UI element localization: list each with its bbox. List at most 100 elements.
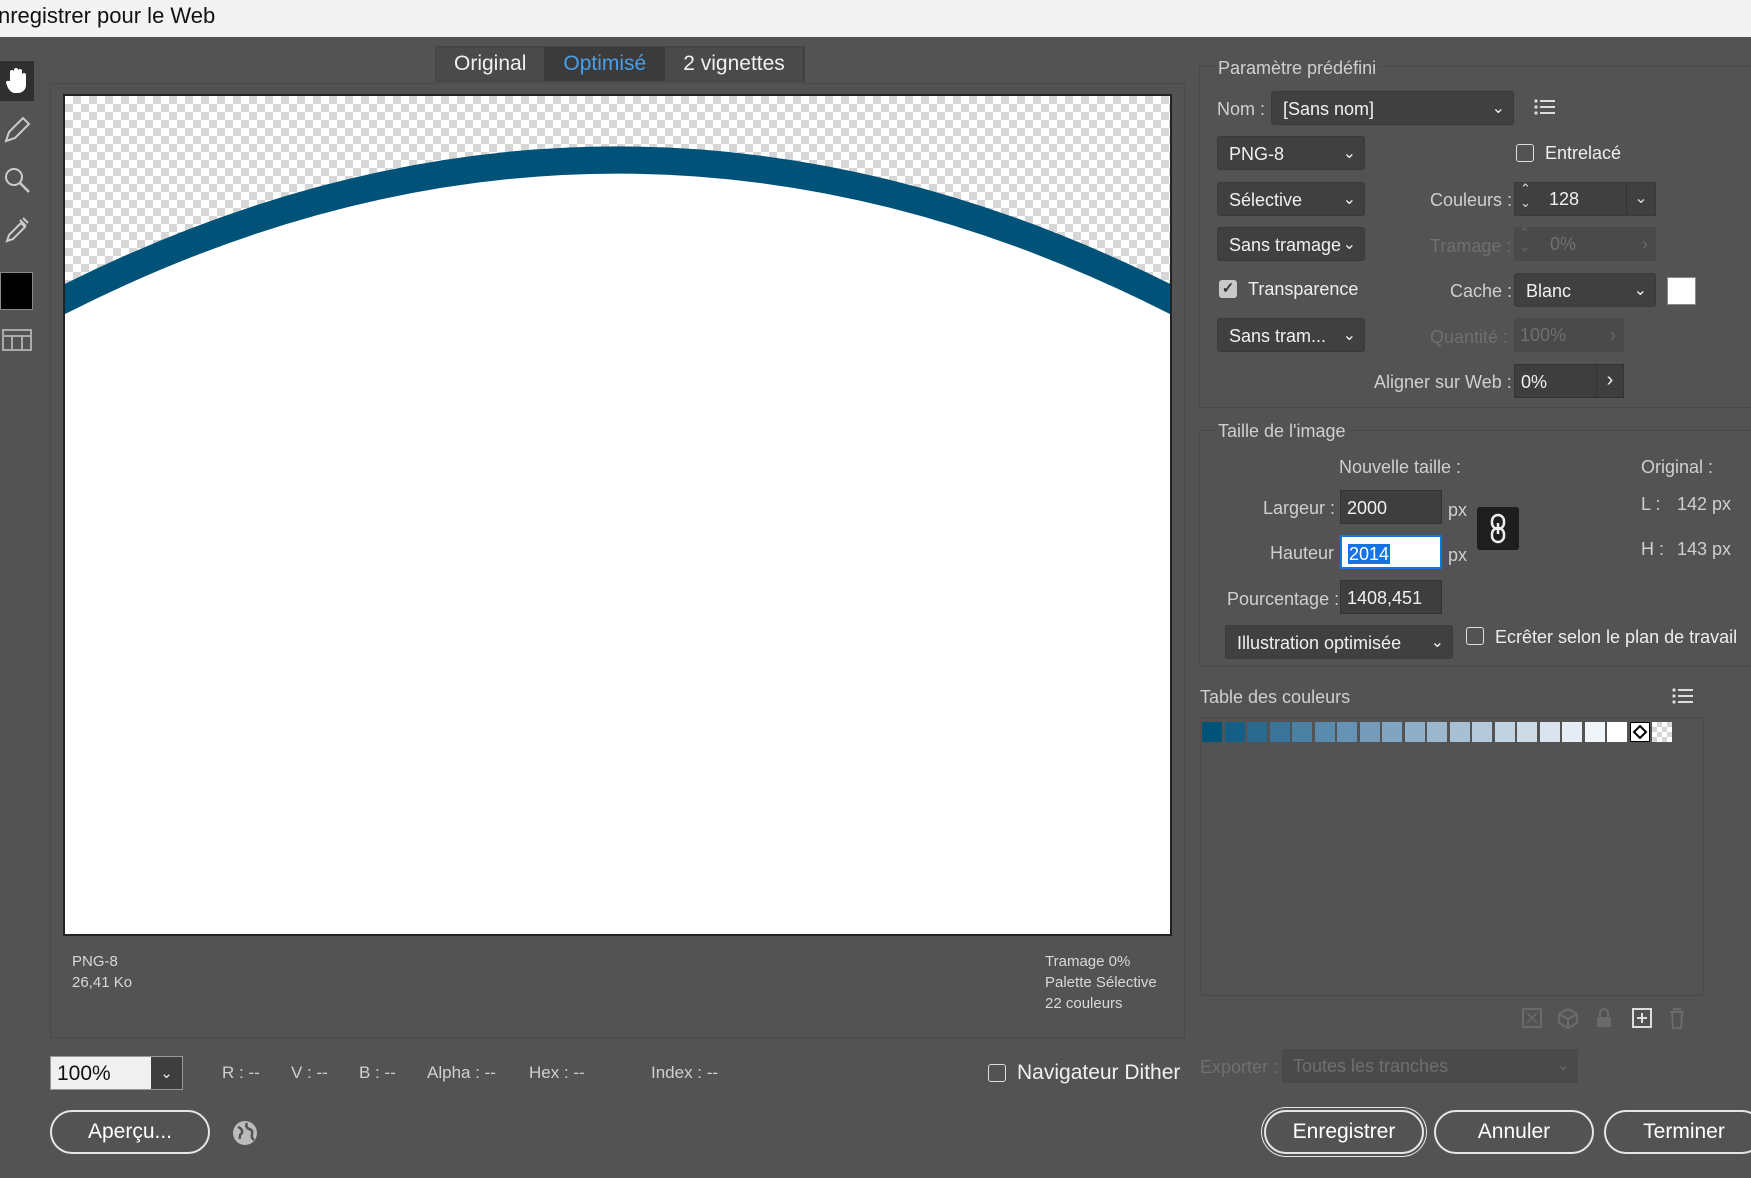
browser-globe-icon[interactable] bbox=[231, 1119, 259, 1152]
color-swatch[interactable] bbox=[1382, 722, 1402, 742]
cube-icon[interactable] bbox=[1557, 1007, 1579, 1034]
chevron-down-icon: ⌄ bbox=[1633, 282, 1647, 299]
original-size-label: Original : bbox=[1641, 457, 1714, 477]
interlaced-label: Entrelacé bbox=[1545, 143, 1622, 163]
color-reduction-select[interactable]: Sélective ⌄ bbox=[1217, 182, 1365, 216]
colors-label: Couleurs : bbox=[1430, 190, 1513, 210]
slices-visibility-icon bbox=[2, 329, 32, 351]
color-swatch[interactable] bbox=[1562, 722, 1582, 742]
web-snap-value: 0% bbox=[1521, 372, 1548, 392]
preview-button[interactable]: Aperçu... bbox=[50, 1110, 210, 1154]
lock-icon[interactable] bbox=[1594, 1007, 1614, 1034]
matte-select[interactable]: Blanc ⌄ bbox=[1514, 273, 1656, 307]
tab-optimized[interactable]: Optimisé bbox=[545, 47, 666, 81]
color-table-menu-icon[interactable] bbox=[1672, 686, 1694, 711]
chevron-down-icon: ⌄ bbox=[1342, 236, 1356, 253]
matte-color-swatch[interactable] bbox=[1629, 722, 1650, 742]
matte-color-swatch[interactable] bbox=[1667, 277, 1696, 305]
color-swatch[interactable] bbox=[1607, 722, 1627, 742]
dither-navigator-checkbox[interactable] bbox=[988, 1064, 1006, 1082]
color-swatch[interactable] bbox=[1292, 722, 1312, 742]
file-format-value: PNG-8 bbox=[1229, 144, 1285, 164]
color-swatch[interactable] bbox=[1337, 722, 1357, 742]
interlaced-checkbox[interactable] bbox=[1516, 144, 1534, 162]
preset-name-label: Nom : bbox=[1217, 99, 1266, 119]
alpha-readout: Alpha : -- bbox=[427, 1063, 496, 1082]
color-swatch[interactable] bbox=[1449, 722, 1470, 742]
original-width-value: 142 px bbox=[1677, 494, 1732, 514]
output-format: PNG-8 bbox=[72, 953, 118, 970]
web-snap-field[interactable]: 0% › bbox=[1514, 364, 1624, 398]
zoom-level-select[interactable]: 100% ⌄ bbox=[50, 1056, 183, 1090]
image-size-section-title: Taille de l'image bbox=[1216, 421, 1348, 442]
width-field[interactable]: 2000 bbox=[1340, 490, 1442, 524]
color-swatch[interactable] bbox=[1404, 722, 1425, 742]
image-preview[interactable] bbox=[63, 94, 1172, 936]
color-swatch[interactable] bbox=[1224, 722, 1245, 742]
tab-2-up[interactable]: 2 vignettes bbox=[665, 47, 804, 81]
colors-stepper[interactable]: ⌃ ⌄ 128 ⌄ bbox=[1514, 182, 1656, 216]
resample-quality-select[interactable]: Illustration optimisée ⌄ bbox=[1225, 625, 1453, 659]
color-table-title: Table des couleurs bbox=[1200, 687, 1351, 707]
clip-to-artboard-checkbox[interactable] bbox=[1466, 627, 1484, 645]
height-value: 2014 bbox=[1348, 544, 1391, 564]
preset-name-select[interactable]: [Sans nom] ⌄ bbox=[1271, 91, 1514, 125]
dither-algorithm-select[interactable]: Sans tramage ⌄ bbox=[1217, 227, 1365, 261]
chevron-right-icon: › bbox=[1642, 234, 1648, 254]
color-swatch[interactable] bbox=[1359, 722, 1380, 742]
color-swatch[interactable] bbox=[1269, 722, 1290, 742]
original-width-label: L : bbox=[1641, 494, 1661, 514]
color-swatch[interactable] bbox=[1584, 722, 1605, 742]
stepper-arrows-icon[interactable]: ⌃ ⌄ bbox=[1520, 182, 1531, 210]
chevron-right-icon: › bbox=[1610, 325, 1616, 345]
height-field[interactable]: 2014 bbox=[1340, 535, 1442, 569]
dither-amount-field: ⌃ ⌄ 0% › bbox=[1514, 226, 1656, 261]
done-button[interactable]: Terminer bbox=[1604, 1110, 1751, 1154]
dither-algorithm-value: Sans tramage bbox=[1229, 235, 1342, 255]
color-swatch[interactable] bbox=[1472, 722, 1492, 742]
cancel-button[interactable]: Annuler bbox=[1434, 1110, 1594, 1154]
trash-icon[interactable] bbox=[1667, 1007, 1687, 1034]
save-button[interactable]: Enregistrer bbox=[1264, 1110, 1424, 1154]
color-swatch[interactable] bbox=[1494, 722, 1515, 742]
palette-info: Palette Sélective bbox=[1045, 974, 1157, 991]
dither-info: Tramage 0% bbox=[1045, 953, 1131, 970]
add-color-icon[interactable] bbox=[1631, 1007, 1653, 1034]
hex-readout: Hex : -- bbox=[529, 1063, 585, 1082]
constrain-proportions-toggle[interactable] bbox=[1477, 507, 1519, 550]
color-swatch[interactable] bbox=[1314, 722, 1335, 742]
chevron-down-icon[interactable]: ⌄ bbox=[1626, 183, 1655, 215]
preset-menu-icon[interactable] bbox=[1534, 97, 1556, 122]
eyedropper-tool[interactable] bbox=[0, 209, 34, 249]
output-file-size: 26,41 Ko bbox=[72, 974, 133, 991]
magnifier-icon bbox=[5, 168, 30, 193]
dither-navigator-label: Navigateur Dither bbox=[1017, 1061, 1181, 1084]
percent-field[interactable]: 1408,451 bbox=[1340, 580, 1442, 614]
chevron-down-icon: ⌄ bbox=[1342, 191, 1356, 208]
chevron-down-icon: ⌄ bbox=[1491, 100, 1505, 117]
web-shift-icon[interactable] bbox=[1521, 1007, 1543, 1035]
color-swatch[interactable] bbox=[1427, 722, 1447, 742]
transparency-dither-select[interactable]: Sans tram... ⌄ bbox=[1217, 318, 1365, 352]
link-icon bbox=[1490, 513, 1506, 544]
slice-select-tool[interactable] bbox=[0, 110, 34, 150]
width-value: 2000 bbox=[1347, 498, 1388, 518]
tab-original[interactable]: Original bbox=[436, 47, 546, 81]
file-format-select[interactable]: PNG-8 ⌄ bbox=[1217, 136, 1365, 170]
color-swatch[interactable] bbox=[1247, 722, 1267, 742]
toggle-slices-tool[interactable] bbox=[0, 320, 34, 360]
transparency-checkbox[interactable]: ✓ bbox=[1219, 280, 1237, 298]
chevron-right-icon[interactable]: › bbox=[1596, 365, 1623, 397]
chevron-down-icon: ⌄ bbox=[1430, 634, 1444, 651]
color-swatch[interactable] bbox=[1202, 722, 1222, 742]
window-title-bar: nregistrer pour le Web bbox=[0, 0, 1751, 37]
transparent-color-swatch[interactable] bbox=[1652, 722, 1672, 742]
amount-label: Quantité : bbox=[1430, 327, 1509, 347]
zoom-tool[interactable] bbox=[0, 160, 34, 200]
preview-info-right: Tramage 0% Palette Sélective 22 couleurs bbox=[1045, 951, 1157, 1014]
hand-tool[interactable] bbox=[0, 61, 34, 101]
matte-value: Blanc bbox=[1526, 281, 1572, 301]
eyedropper-color-swatch[interactable] bbox=[0, 272, 33, 310]
color-swatch[interactable] bbox=[1517, 722, 1537, 742]
color-swatch[interactable] bbox=[1539, 722, 1560, 742]
